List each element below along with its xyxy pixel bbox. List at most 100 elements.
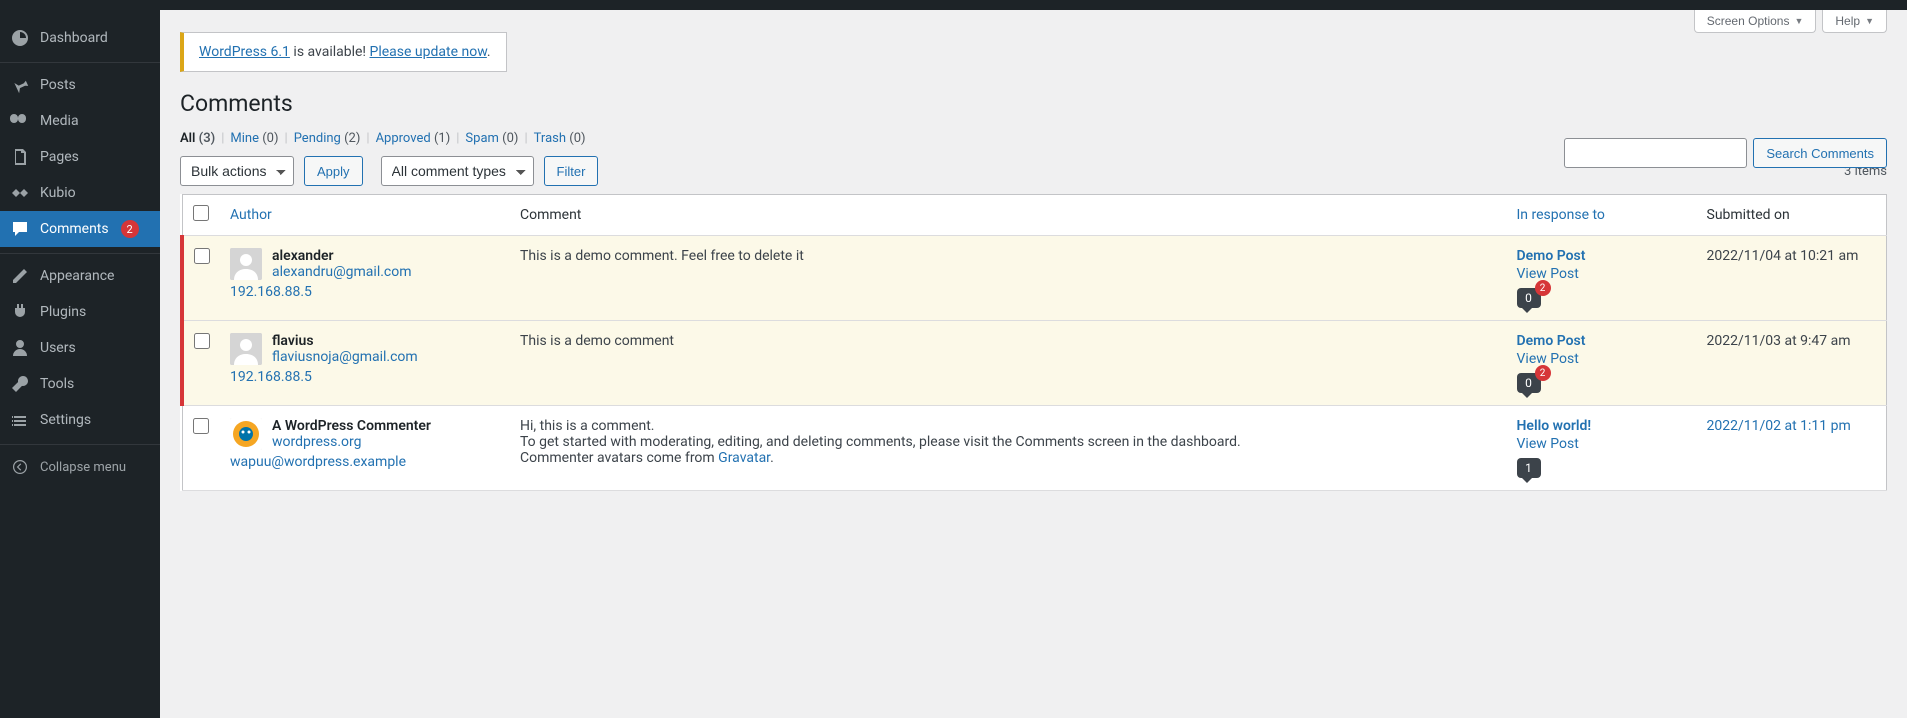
sidebar-item-label: Tools [40,376,74,392]
admin-bar [0,0,1907,10]
response-post-link[interactable]: Hello world! [1517,418,1592,434]
sidebar-item-users[interactable]: Users [0,330,160,366]
comment-type-select[interactable]: All comment types [381,156,534,186]
sidebar-item-label: Plugins [40,304,86,320]
plugin-icon [10,302,30,322]
kubio-icon [10,183,30,203]
tools-icon [10,374,30,394]
sidebar-item-label: Posts [40,77,76,93]
submitted-date: 2022/11/03 at 9:47 am [1697,321,1887,406]
filter-pending[interactable]: Pending (2) [294,131,361,146]
filter-trash[interactable]: Trash (0) [534,131,586,146]
caret-down-icon: ▼ [1865,16,1874,26]
settings-icon [10,410,30,430]
caret-down-icon: ▼ [1794,16,1803,26]
sidebar-item-label: Kubio [40,185,76,201]
comment-row: A WordPress Commenter wordpress.org wapu… [182,406,1887,491]
comment-icon [10,219,30,239]
bulk-actions-select[interactable]: Bulk actions [180,156,294,186]
row-checkbox[interactable] [194,333,210,349]
view-post-link[interactable]: View Post [1517,436,1687,452]
author-name: alexander [272,248,412,264]
filter-all[interactable]: All (3) [180,131,215,146]
screen-options-label: Screen Options [1707,14,1790,28]
collapse-icon [10,457,30,477]
wp-version-link[interactable]: WordPress 6.1 [199,44,290,60]
update-nag-notice: WordPress 6.1 is available! Please updat… [180,32,507,72]
avatar [230,248,262,280]
submitted-date: 2022/11/04 at 10:21 am [1697,236,1887,321]
users-icon [10,338,30,358]
apply-button[interactable]: Apply [304,156,363,186]
pin-icon [10,75,30,95]
main-content: Screen Options ▼ Help ▼ WordPress 6.1 is… [160,10,1907,718]
comment-text: This is a demo comment. Feel free to del… [520,248,1497,264]
comment-count-bubble[interactable]: 0 2 [1517,373,1541,393]
author-email[interactable]: alexandru@gmail.com [272,264,412,280]
sidebar-item-kubio[interactable]: Kubio [0,175,160,211]
response-post-link[interactable]: Demo Post [1517,333,1586,349]
search-box: Search Comments [1564,138,1887,168]
update-now-link[interactable]: Please update now [370,44,487,60]
sidebar-item-plugins[interactable]: Plugins [0,294,160,330]
pending-count-badge: 2 [121,220,139,238]
sidebar-item-media[interactable]: Media [0,103,160,139]
media-icon [10,111,30,131]
sidebar-item-pages[interactable]: Pages [0,139,160,175]
comment-text: Hi, this is a comment. To get started wi… [520,418,1497,466]
author-site[interactable]: wordpress.org [272,434,362,450]
col-response[interactable]: In response to [1507,195,1697,236]
notice-end: . [487,44,491,60]
comment-count-bubble[interactable]: 1 [1517,458,1541,478]
comments-table: Author Comment In response to Submitted … [180,194,1887,491]
filter-button[interactable]: Filter [544,156,599,186]
dashboard-icon [10,28,30,48]
col-date: Submitted on [1697,195,1887,236]
sidebar-item-tools[interactable]: Tools [0,366,160,402]
sidebar-item-label: Dashboard [40,30,108,46]
author-name: flavius [272,333,418,349]
sidebar-item-label: Comments [40,221,109,237]
filter-mine[interactable]: Mine (0) [230,131,278,146]
author-ip[interactable]: 192.168.88.5 [230,369,312,385]
appearance-icon [10,266,30,286]
sidebar-item-label: Users [40,340,76,356]
help-label: Help [1835,14,1860,28]
col-comment: Comment [510,195,1507,236]
author-ip[interactable]: 192.168.88.5 [230,284,312,300]
search-input[interactable] [1564,138,1747,168]
sidebar-item-settings[interactable]: Settings [0,402,160,438]
sidebar-item-posts[interactable]: Posts [0,62,160,103]
sidebar-item-comments[interactable]: Comments 2 [0,211,160,247]
row-checkbox[interactable] [193,418,209,434]
avatar [230,418,262,450]
comment-count-bubble[interactable]: 0 2 [1517,288,1541,308]
author-name: A WordPress Commenter [272,418,431,434]
author-email[interactable]: wapuu@wordpress.example [230,454,406,470]
sidebar-item-appearance[interactable]: Appearance [0,253,160,294]
comment-row: flavius flaviusnoja@gmail.com 192.168.88… [182,321,1887,406]
screen-options-toggle[interactable]: Screen Options ▼ [1694,10,1817,33]
col-author[interactable]: Author [220,195,510,236]
collapse-menu[interactable]: Collapse menu [0,444,160,485]
filter-approved[interactable]: Approved (1) [376,131,451,146]
search-submit-button[interactable]: Search Comments [1753,138,1887,168]
page-title: Comments [180,90,1887,117]
row-checkbox[interactable] [194,248,210,264]
author-email[interactable]: flaviusnoja@gmail.com [272,349,418,365]
pages-icon [10,147,30,167]
admin-sidebar: Dashboard Posts Media Pages Kubio Commen… [0,10,160,718]
select-all-checkbox[interactable] [193,205,209,221]
comment-row: alexander alexandru@gmail.com 192.168.88… [182,236,1887,321]
submitted-date-link[interactable]: 2022/11/02 at 1:11 pm [1707,418,1851,434]
sidebar-item-label: Media [40,113,79,129]
filter-spam[interactable]: Spam (0) [465,131,518,146]
sidebar-item-dashboard[interactable]: Dashboard [0,20,160,56]
help-toggle[interactable]: Help ▼ [1822,10,1887,33]
avatar [230,333,262,365]
response-post-link[interactable]: Demo Post [1517,248,1586,264]
pending-badge: 2 [1535,280,1551,296]
screen-meta-links: Screen Options ▼ Help ▼ [1694,10,1887,33]
gravatar-link[interactable]: Gravatar [718,450,770,466]
collapse-label: Collapse menu [40,460,126,475]
